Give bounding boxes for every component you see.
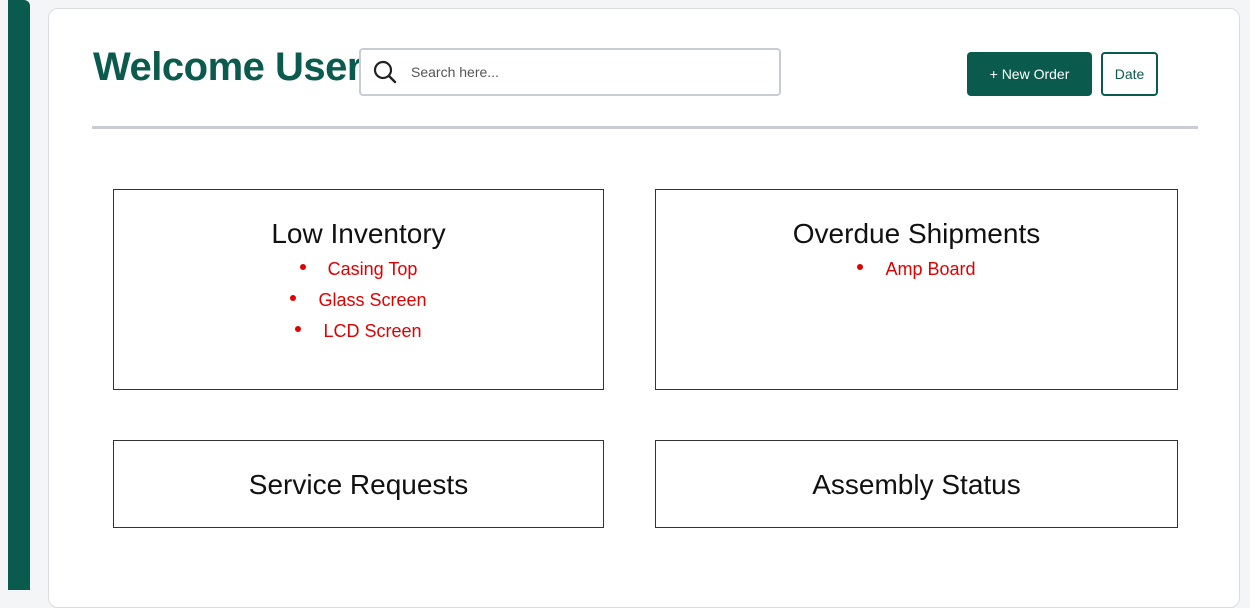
list-item-label: LCD Screen (323, 321, 422, 341)
date-button[interactable]: Date (1101, 52, 1158, 96)
list-item-label: Amp Board (885, 259, 976, 279)
search-icon (373, 60, 397, 84)
overdue-shipments-panel: Overdue Shipments Amp Board (655, 189, 1178, 390)
list-item-label: Casing Top (327, 259, 418, 279)
overdue-shipments-list: Amp Board (656, 254, 1177, 285)
panel-title: Service Requests (248, 469, 469, 500)
bullet-icon (857, 264, 864, 271)
new-order-button[interactable]: + New Order (967, 52, 1092, 96)
list-item: Amp Board (656, 254, 1177, 285)
panel-title: Assembly Status (812, 469, 1021, 500)
list-item-label: Glass Screen (318, 290, 427, 310)
list-item: Glass Screen (114, 285, 603, 316)
sidebar-strip (8, 0, 30, 590)
service-requests-panel: Service Requests (113, 440, 604, 528)
panel-title: Overdue Shipments (792, 218, 1041, 249)
header-divider (92, 126, 1198, 129)
main-card: Welcome User! + New Order Date Low Inven… (48, 8, 1240, 608)
low-inventory-panel: Low Inventory Casing Top Glass Screen LC… (113, 189, 604, 390)
assembly-status-panel: Assembly Status (655, 440, 1178, 528)
bullet-icon (295, 326, 302, 333)
panel-title: Low Inventory (271, 218, 446, 249)
low-inventory-list: Casing Top Glass Screen LCD Screen (114, 254, 603, 347)
search-input[interactable] (411, 64, 751, 80)
list-item: Casing Top (114, 254, 603, 285)
bullet-icon (290, 295, 297, 302)
page-title: Welcome User! (93, 45, 375, 89)
search-box[interactable] (359, 48, 781, 96)
bullet-icon (299, 264, 306, 271)
list-item: LCD Screen (114, 316, 603, 347)
